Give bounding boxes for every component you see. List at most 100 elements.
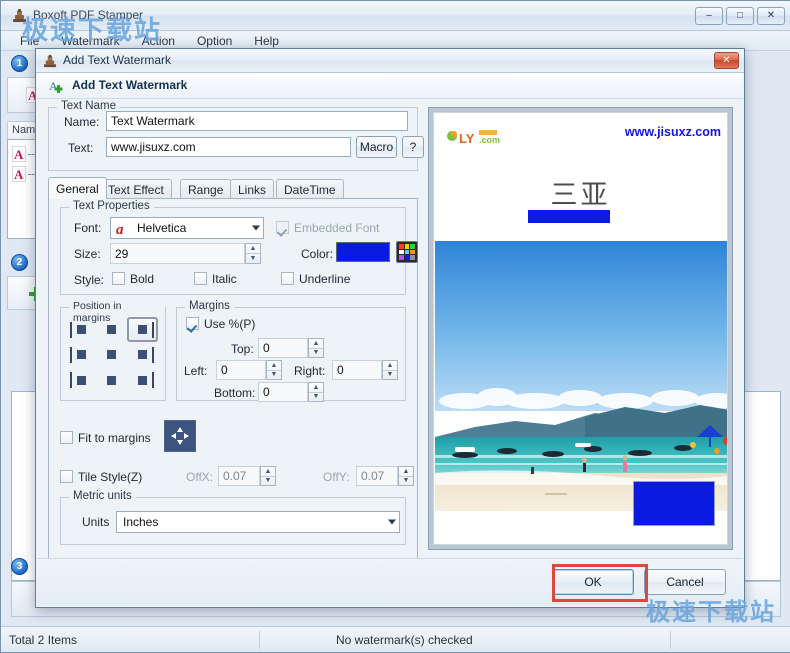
chevron-down-icon [388,519,396,525]
top-margin-input[interactable]: 0 [258,338,308,358]
fit-to-margins-checkbox[interactable] [60,431,73,444]
offx-spinner[interactable]: ▲ ▼ [260,466,276,486]
menu-file[interactable]: File [9,32,50,50]
text-input[interactable]: www.jisuxz.com [106,137,351,157]
offy-label: OffY: [323,470,350,484]
spinner-down-icon[interactable]: ▼ [309,393,323,402]
spinner-down-icon[interactable]: ▼ [309,349,323,358]
spinner-up-icon[interactable]: ▲ [246,244,260,254]
preview-heading: 三亚 [550,180,611,210]
offy-spinner[interactable]: ▲ ▼ [398,466,414,486]
tab-links[interactable]: Links [230,179,275,199]
add-watermark-icon: A [49,78,65,94]
spinner-up-icon[interactable]: ▲ [261,467,275,477]
tab-text-effect[interactable]: Text Effect [100,179,172,199]
spinner-up-icon[interactable]: ▲ [383,361,397,371]
name-input[interactable]: Text Watermark [106,111,408,131]
window-controls: – □ ✕ [695,7,785,25]
color-swatch[interactable] [336,242,390,262]
color-palette-icon[interactable] [396,241,418,263]
stamp-icon [42,53,58,69]
move-arrows-icon[interactable] [164,420,196,452]
position-cell-middle-right[interactable] [127,342,158,367]
italic-checkbox[interactable] [194,272,207,285]
font-select[interactable]: a Helvetica [110,217,264,239]
spinner-up-icon[interactable]: ▲ [399,467,413,477]
maximize-button[interactable]: □ [726,7,754,25]
close-button[interactable]: ✕ [757,7,785,25]
top-margin-label: Top: [231,342,254,356]
underline-checkbox[interactable] [281,272,294,285]
position-cell-top-left[interactable] [66,317,97,342]
spinner-up-icon[interactable]: ▲ [267,361,281,371]
menu-option[interactable]: Option [186,32,243,50]
dialog-header-text: Add Text Watermark [72,78,188,92]
position-cell-bottom-center[interactable] [97,368,128,393]
ok-button[interactable]: OK [552,569,634,595]
tile-style-checkbox[interactable] [60,470,73,483]
bottom-margin-spinner[interactable]: ▲ ▼ [308,382,324,402]
spinner-down-icon[interactable]: ▼ [267,371,281,380]
tab-range[interactable]: Range [180,179,232,199]
font-label: Font: [74,221,102,235]
spinner-up-icon[interactable]: ▲ [309,383,323,393]
svg-text:a: a [116,222,124,237]
spinner-up-icon[interactable]: ▲ [309,339,323,349]
spinner-down-icon[interactable]: ▼ [383,371,397,380]
right-margin-spinner[interactable]: ▲ ▼ [382,360,398,380]
cancel-button[interactable]: Cancel [644,569,726,595]
position-grid[interactable] [66,317,158,393]
position-cell-top-center[interactable] [97,317,128,342]
minimize-button[interactable]: – [695,7,723,25]
spinner-down-icon[interactable]: ▼ [399,477,413,486]
offx-label: OffX: [186,470,214,484]
status-watermark-checked: No watermark(s) checked [336,632,473,647]
tile-style-label: Tile Style(Z) [78,470,143,484]
status-divider [670,630,671,649]
use-percent-checkbox[interactable] [186,317,199,330]
dialog-close-button[interactable]: ✕ [714,52,739,69]
offy-input[interactable]: 0.07 [356,466,398,486]
menu-help[interactable]: Help [243,32,290,50]
left-margin-input[interactable]: 0 [216,360,266,380]
position-cell-middle-center[interactable] [97,342,128,367]
top-margin-spinner[interactable]: ▲ ▼ [308,338,324,358]
spinner-down-icon[interactable]: ▼ [246,254,260,263]
statusbar: Total 2 Items No watermark(s) checked [1,626,790,652]
preview-panel[interactable]: LY .com www.jisuxz.com 三亚 [428,107,733,550]
chevron-down-icon [252,225,260,231]
svg-text:.com: .com [479,135,500,145]
name-label: Name: [64,115,100,129]
bottom-margin-input[interactable]: 0 [258,382,308,402]
size-input[interactable]: 29 [110,243,245,264]
left-margin-spinner[interactable]: ▲ ▼ [266,360,282,380]
left-margin-label: Left: [184,364,208,378]
preview-watermark-text: www.jisuxz.com [624,125,721,139]
position-cell-middle-left[interactable] [66,342,97,367]
menu-action[interactable]: Action [131,32,186,50]
units-select[interactable]: Inches [116,511,400,533]
preview-beach-photo [435,241,727,511]
macro-button[interactable]: Macro [356,136,397,158]
embedded-font-checkbox[interactable] [276,221,289,234]
menu-watermark[interactable]: Watermark [50,32,130,50]
preview-page: LY .com www.jisuxz.com 三亚 [433,112,728,545]
app-title: Boxoft PDF Stamper [33,8,144,22]
tab-datetime[interactable]: DateTime [276,179,344,199]
position-cell-top-right[interactable] [127,317,158,343]
right-margin-input[interactable]: 0 [332,360,382,380]
help-button[interactable]: ? [402,136,424,158]
spinner-down-icon[interactable]: ▼ [261,477,275,486]
svg-text:A: A [49,79,58,93]
stamp-icon [11,7,28,24]
tab-general[interactable]: General [48,177,107,199]
position-cell-bottom-right[interactable] [127,368,158,393]
offx-input[interactable]: 0.07 [218,466,260,486]
right-margin-label: Right: [294,364,326,378]
text-properties-legend: Text Properties [69,200,154,212]
step-badge-1: 1 [11,55,28,72]
position-cell-bottom-left[interactable] [66,368,97,393]
size-spinner[interactable]: ▲ ▼ [245,243,261,264]
bold-checkbox[interactable] [112,272,125,285]
style-label: Style: [74,273,105,287]
